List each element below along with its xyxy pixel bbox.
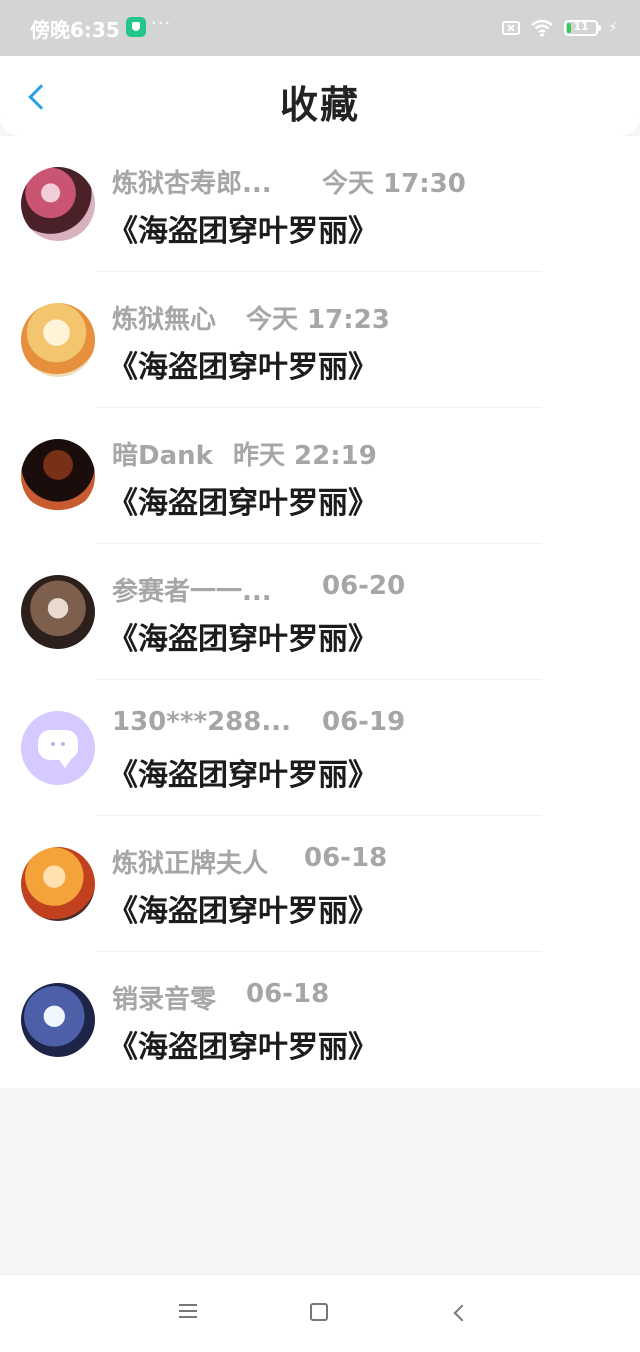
avatar[interactable] bbox=[21, 847, 95, 921]
item-time: 今天 17:30 bbox=[322, 169, 466, 199]
bottom-nav-bar bbox=[0, 1274, 640, 1352]
item-author: 销录音零 bbox=[112, 985, 217, 1015]
chat-bubble-icon bbox=[38, 730, 78, 768]
status-overflow-indicator: ··· bbox=[151, 13, 172, 34]
battery-level: 11 bbox=[573, 20, 589, 33]
back-icon[interactable] bbox=[451, 1305, 467, 1321]
list-item[interactable]: 炼狱杏寿郎... 今天 17:30 《海盗团穿叶罗丽》 bbox=[0, 136, 640, 272]
list-item[interactable]: 炼狱無心 今天 17:23 《海盗团穿叶罗丽》 bbox=[0, 272, 640, 408]
avatar[interactable] bbox=[21, 711, 95, 785]
item-author: 130***288... bbox=[112, 707, 291, 737]
item-title: 《海盗团穿叶罗丽》 bbox=[108, 214, 378, 249]
avatar[interactable] bbox=[21, 167, 95, 241]
item-title: 《海盗团穿叶罗丽》 bbox=[108, 486, 378, 521]
item-author: 炼狱無心 bbox=[112, 305, 217, 335]
list-item[interactable]: 销录音零 06-18 《海盗团穿叶罗丽》 bbox=[0, 952, 640, 1088]
item-title: 《海盗团穿叶罗丽》 bbox=[108, 350, 378, 385]
item-title: 《海盗团穿叶罗丽》 bbox=[108, 894, 378, 929]
wifi-icon bbox=[530, 19, 554, 37]
avatar[interactable] bbox=[21, 575, 95, 649]
menu-icon[interactable] bbox=[179, 1303, 197, 1318]
item-time: 昨天 22:19 bbox=[233, 441, 377, 471]
list-item[interactable]: 炼狱正牌夫人 06-18 《海盗团穿叶罗丽》 bbox=[0, 816, 640, 952]
status-bar: 傍晚6:35 ··· 11 ⚡ bbox=[0, 0, 640, 56]
item-time: 06-18 bbox=[246, 979, 330, 1009]
charging-icon: ⚡ bbox=[608, 20, 618, 36]
battery-icon: 11 bbox=[564, 20, 602, 36]
status-time: 傍晚6:35 bbox=[30, 18, 120, 42]
item-author: 炼狱杏寿郎... bbox=[112, 169, 272, 199]
item-time: 06-20 bbox=[322, 571, 406, 601]
item-time: 06-19 bbox=[322, 707, 406, 737]
list-item[interactable]: 暗Dank 昨天 22:19 《海盗团穿叶罗丽》 bbox=[0, 408, 640, 544]
status-indicators: 11 ⚡ bbox=[502, 15, 618, 41]
item-title: 《海盗团穿叶罗丽》 bbox=[108, 1030, 378, 1065]
home-icon[interactable] bbox=[310, 1303, 328, 1321]
item-time: 06-18 bbox=[304, 843, 388, 873]
avatar[interactable] bbox=[21, 439, 95, 513]
item-title: 《海盗团穿叶罗丽》 bbox=[108, 622, 378, 657]
page-header: 收藏 bbox=[0, 56, 640, 136]
item-author: 参赛者一一... bbox=[112, 577, 272, 607]
avatar[interactable] bbox=[21, 303, 95, 377]
item-time: 今天 17:23 bbox=[246, 305, 390, 335]
item-author: 暗Dank bbox=[112, 441, 213, 471]
avatar[interactable] bbox=[21, 983, 95, 1057]
sim-disabled-icon bbox=[502, 21, 521, 35]
item-title: 《海盗团穿叶罗丽》 bbox=[108, 758, 378, 793]
page-title: 收藏 bbox=[279, 83, 360, 127]
item-author: 炼狱正牌夫人 bbox=[112, 849, 269, 879]
list-item[interactable]: 130***288... 06-19 《海盗团穿叶罗丽》 bbox=[0, 680, 640, 816]
shield-app-icon bbox=[126, 17, 146, 37]
favorites-list: 炼狱杏寿郎... 今天 17:30 《海盗团穿叶罗丽》 炼狱無心 今天 17:2… bbox=[0, 136, 640, 1088]
list-item[interactable]: 参赛者一一... 06-20 《海盗团穿叶罗丽》 bbox=[0, 544, 640, 680]
